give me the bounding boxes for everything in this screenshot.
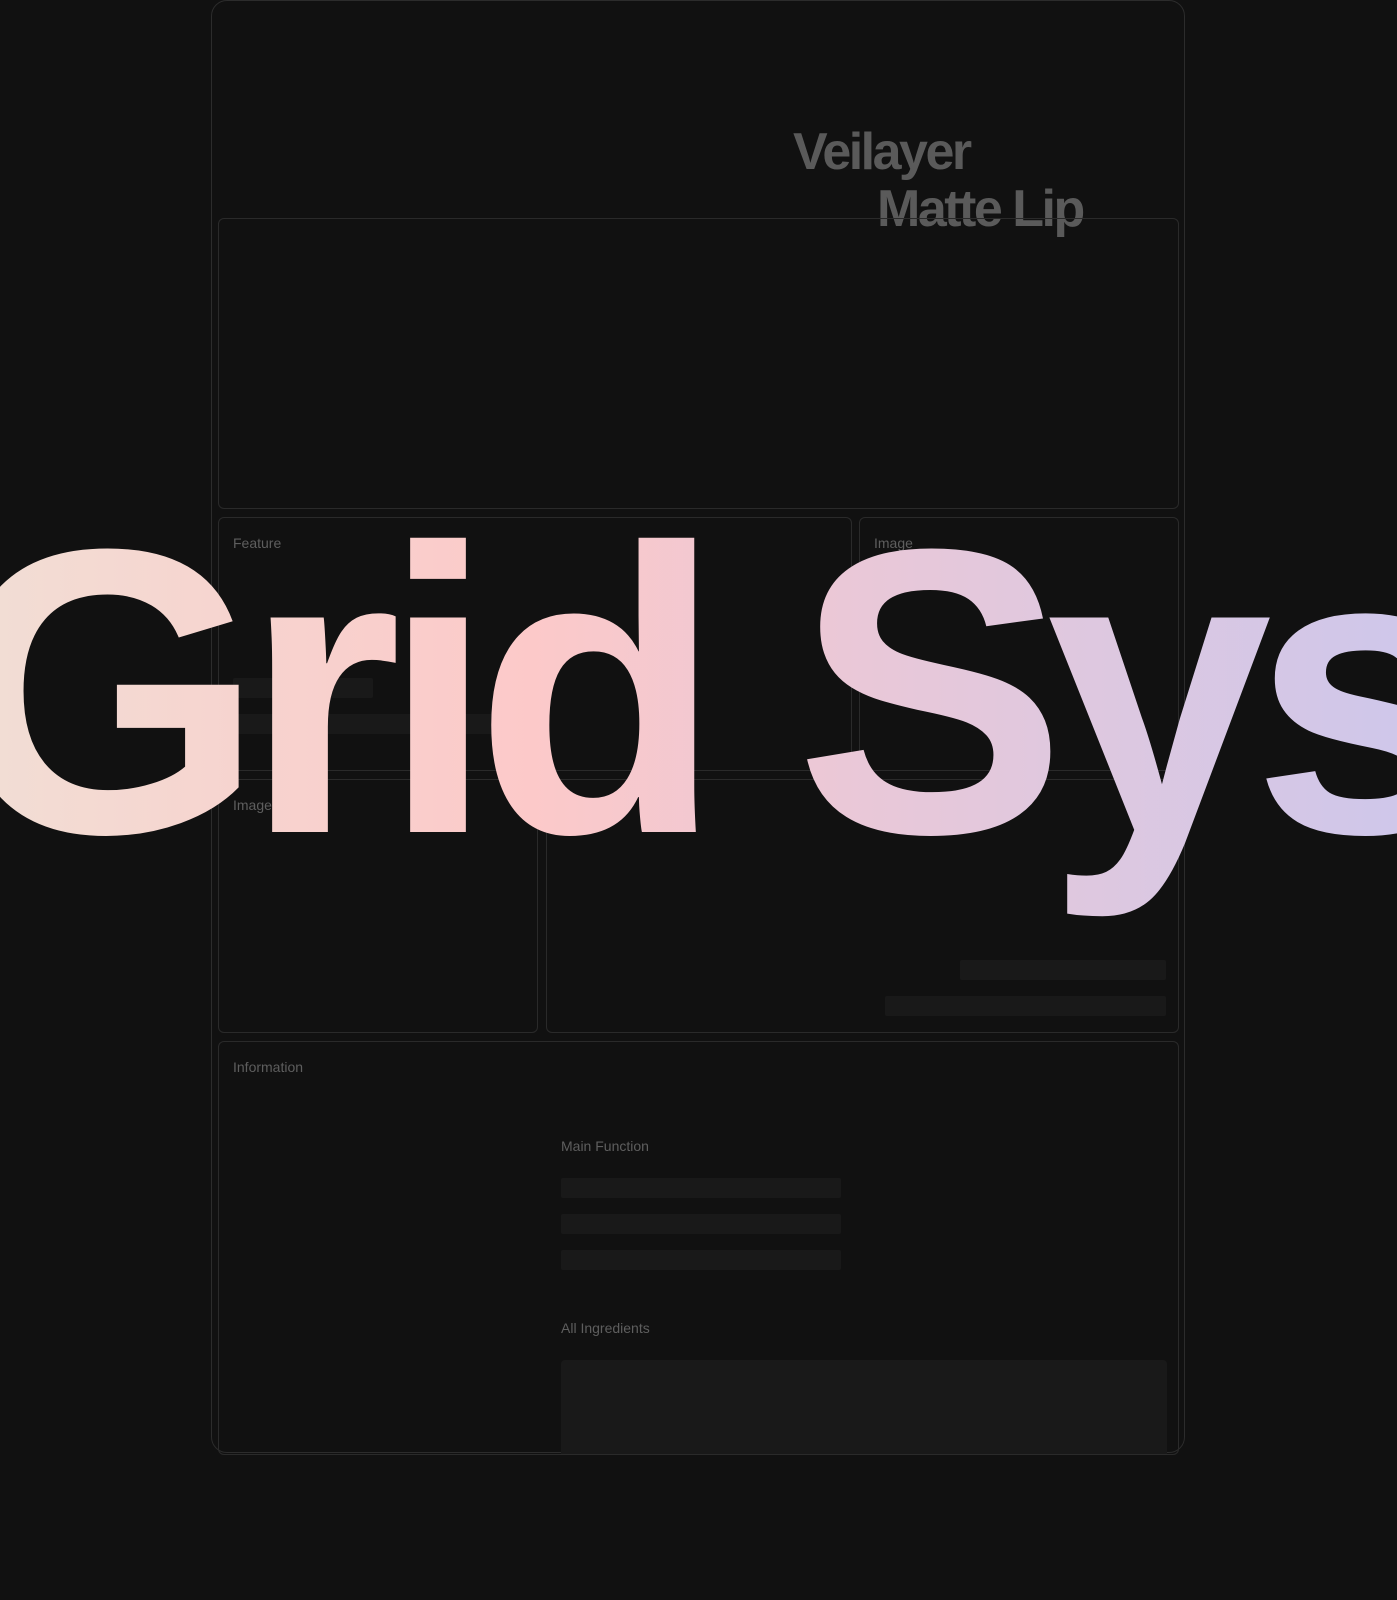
text-placeholder xyxy=(561,1178,841,1198)
text-placeholder xyxy=(885,996,1166,1016)
image-label: Image xyxy=(874,535,913,551)
brand-name: Veilayer xyxy=(793,123,972,181)
text-placeholder xyxy=(233,714,498,734)
text-placeholder xyxy=(960,960,1166,980)
image-label: Image xyxy=(233,797,272,813)
text-placeholder xyxy=(561,1214,841,1234)
ingredients-placeholder xyxy=(561,1360,1167,1454)
feature-label: Feature xyxy=(233,535,282,551)
main-function-label: Main Function xyxy=(561,1138,649,1154)
hero-image-cell xyxy=(218,218,1179,509)
all-ingredients-label: All Ingredients xyxy=(561,1320,650,1336)
feature-cell-top: Feature xyxy=(218,517,852,771)
image-cell-bottom: Image xyxy=(218,779,538,1033)
image-cell-top: Image xyxy=(859,517,1179,771)
feature-cell-bottom: Feature xyxy=(546,779,1179,1033)
information-cell: Information Main Function All Ingredient… xyxy=(218,1041,1179,1455)
feature-label: Feature xyxy=(561,797,610,813)
text-placeholder xyxy=(561,1250,841,1270)
text-placeholder xyxy=(233,678,373,698)
information-label: Information xyxy=(233,1059,304,1075)
